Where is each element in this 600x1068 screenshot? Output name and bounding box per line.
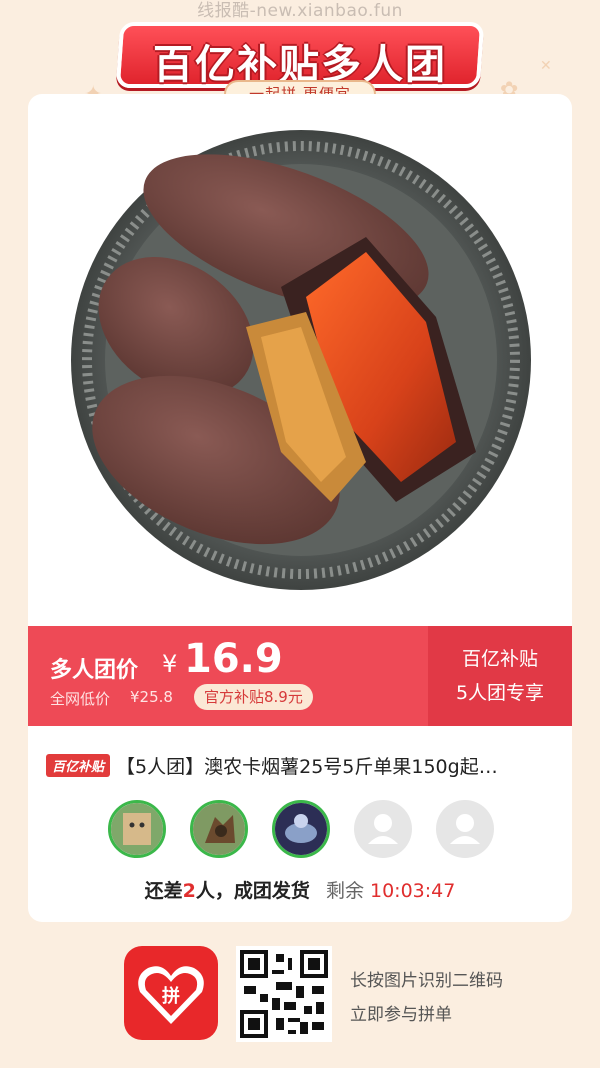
market-price-value: ¥25.8 xyxy=(130,688,173,706)
remain-label: 剩余 xyxy=(325,880,364,902)
status-suffix: 人，成团发货 xyxy=(195,880,310,902)
avatar xyxy=(108,800,166,858)
qr-code-icon[interactable] xyxy=(236,946,332,1042)
pinduoduo-logo-icon: 拼 xyxy=(124,946,218,1040)
product-title-row[interactable]: 百亿补贴 【5人团】澳农卡烟薯25号5斤单果150g起… xyxy=(46,750,554,780)
watermark: 线报酷-new.xianbao.fun xyxy=(197,1,403,21)
product-title: 【5人团】澳农卡烟薯25号5斤单果150g起… xyxy=(116,755,498,778)
avatar xyxy=(190,800,248,858)
sparkle-icon: ✕ xyxy=(540,58,552,74)
avatar xyxy=(354,800,412,858)
price-panel: 多人团价 ¥ 16.9 全网低价 ¥25.8 官方补贴8.9元 xyxy=(28,626,428,726)
currency-symbol: ¥ xyxy=(162,650,178,678)
avatar xyxy=(272,800,330,858)
footer-line-1: 长按图片识别二维码 xyxy=(350,971,503,991)
price-bar: 多人团价 ¥ 16.9 全网低价 ¥25.8 官方补贴8.9元 百亿补贴 5人团… xyxy=(28,626,572,726)
user-placeholder-icon xyxy=(450,814,480,844)
user-placeholder-icon xyxy=(368,814,398,844)
side-line-2: 5人团专享 xyxy=(455,682,545,704)
missing-count: 2 xyxy=(182,880,196,902)
side-line-1: 百亿补贴 xyxy=(461,648,538,670)
product-card[interactable]: 多人团价 ¥ 16.9 全网低价 ¥25.8 官方补贴8.9元 百亿补贴 5人团… xyxy=(28,94,572,922)
footer-instructions: 长按图片识别二维码 立即参与拼单 xyxy=(350,964,503,1032)
market-price-label: 全网低价 xyxy=(50,690,111,708)
group-members xyxy=(108,800,498,858)
product-image xyxy=(71,130,531,590)
status-prefix: 还差 xyxy=(144,880,183,902)
countdown-timer: 10:03:47 xyxy=(369,880,456,902)
avatar xyxy=(436,800,494,858)
group-price-value: 16.9 xyxy=(184,636,283,682)
group-status: 还差2人，成团发货 剩余 10:03:47 xyxy=(28,876,572,903)
footer-line-2: 立即参与拼单 xyxy=(350,1005,452,1025)
subsidy-side-panel: 百亿补贴 5人团专享 xyxy=(428,626,572,726)
share-footer: 拼 长按图片识别二维码 立即参与拼单 xyxy=(0,940,600,1050)
subsidy-badge: 官方补贴8.9元 xyxy=(194,684,313,710)
subsidy-tag: 百亿补贴 xyxy=(46,753,111,777)
svg-text:拼: 拼 xyxy=(162,985,180,1007)
promo-banner: 百亿补贴多人团 一起拼 更便宜 xyxy=(115,22,485,108)
group-price-label: 多人团价 xyxy=(50,658,139,683)
